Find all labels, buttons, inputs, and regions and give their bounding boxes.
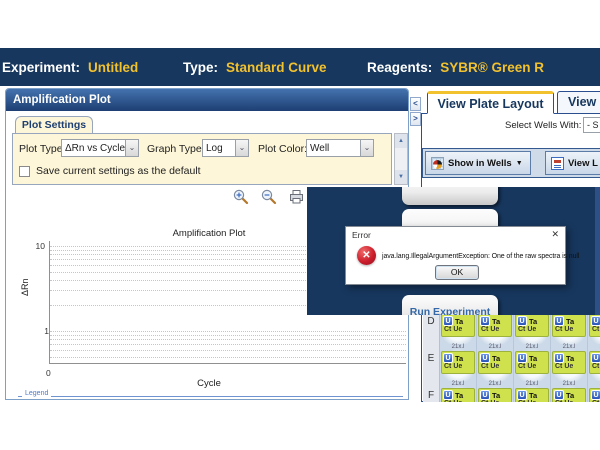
dialog-title: Error bbox=[352, 230, 371, 240]
plot-settings-body: Plot Type: ΔRn vs Cycle Graph Type: Log … bbox=[12, 133, 392, 185]
y-tick-1: 1 bbox=[23, 326, 49, 336]
unknown-task-u-icon: U bbox=[591, 353, 600, 363]
panel-title: Amplification Plot bbox=[6, 89, 408, 111]
well-cell[interactable]: 21x.lUTaCt Ue bbox=[551, 344, 588, 381]
x-tick-0: 0 bbox=[46, 368, 51, 378]
unknown-task-u-icon: U bbox=[554, 390, 564, 400]
plate-row: E21x.lUTaCt Ue21x.lUTaCt Ue21x.lUTaCt Ue… bbox=[423, 344, 600, 381]
menu-button-top[interactable] bbox=[402, 187, 498, 205]
run-experiment-button[interactable]: Run Experiment bbox=[402, 295, 498, 315]
unknown-task-u-icon: U bbox=[591, 390, 600, 400]
experiment-type-field: Type: Standard Curve bbox=[183, 48, 327, 86]
table-icon bbox=[551, 157, 564, 170]
well-plate-icon bbox=[431, 157, 444, 170]
error-message: java.lang.IllegalArgumentException: One … bbox=[382, 253, 564, 260]
select-wells-dropdown[interactable]: - S bbox=[583, 117, 600, 133]
plate-toolbar: Show in Wells ▼ View L bbox=[422, 148, 600, 178]
plot-type-label: Plot Type: bbox=[19, 143, 66, 155]
reagents-value: SYBR® Green R bbox=[440, 60, 544, 75]
well-cell[interactable]: 21x.lUTaCt Ue bbox=[588, 344, 600, 381]
plot-color-label: Plot Color: bbox=[258, 143, 307, 155]
unknown-task-u-icon: U bbox=[443, 316, 453, 326]
y-axis-label: ΔRn bbox=[20, 278, 30, 296]
x-axis-label: Cycle bbox=[49, 378, 369, 389]
collapse-left-button[interactable]: < bbox=[410, 97, 421, 111]
scroll-up-icon[interactable] bbox=[395, 134, 407, 148]
unknown-task-u-icon: U bbox=[517, 316, 527, 326]
zoom-in-icon[interactable] bbox=[232, 188, 249, 205]
app-window: Experiment: Untitled Type: Standard Curv… bbox=[0, 0, 600, 450]
unknown-task-u-icon: U bbox=[517, 353, 527, 363]
well-cell[interactable]: 21x.lUTaCt Ue bbox=[440, 381, 477, 402]
chevron-down-icon: ▼ bbox=[516, 160, 523, 167]
tab-view-plate-layout[interactable]: View Plate Layout bbox=[427, 91, 554, 114]
well-cell[interactable]: 21x.lUTaCt Ue bbox=[588, 381, 600, 402]
ok-button[interactable]: OK bbox=[435, 265, 479, 280]
row-label: F bbox=[423, 381, 440, 402]
unknown-task-u-icon: U bbox=[443, 353, 453, 363]
unknown-task-u-icon: U bbox=[554, 353, 564, 363]
legend-label: Legend bbox=[22, 390, 51, 397]
unknown-task-u-icon: U bbox=[517, 390, 527, 400]
plot-type-dropdown[interactable]: ΔRn vs Cycle bbox=[61, 139, 139, 157]
well-cell[interactable]: 21x.lUTaCt Ue bbox=[551, 381, 588, 402]
graph-type-label: Graph Type: bbox=[147, 143, 205, 155]
tab-view-well-table[interactable]: View bbox=[557, 91, 600, 114]
print-icon[interactable] bbox=[288, 188, 305, 205]
experiment-value: Untitled bbox=[88, 60, 138, 75]
y-tick-10: 10 bbox=[19, 241, 45, 251]
experiment-label: Experiment: bbox=[2, 60, 80, 75]
run-experiment-label: Run Experiment bbox=[392, 306, 508, 315]
chart-toolbar bbox=[232, 188, 305, 205]
chevron-down-icon[interactable] bbox=[360, 140, 373, 156]
well-cell[interactable]: 21x.lUTaCt Ue bbox=[514, 344, 551, 381]
type-value: Standard Curve bbox=[226, 60, 327, 75]
reagents-label: Reagents: bbox=[367, 60, 432, 75]
unknown-task-u-icon: U bbox=[554, 316, 564, 326]
well-cell[interactable]: 21x.lUTaCt Ue bbox=[477, 344, 514, 381]
expand-right-button[interactable]: > bbox=[410, 112, 421, 126]
unknown-task-u-icon: U bbox=[443, 390, 453, 400]
scroll-down-icon[interactable] bbox=[395, 170, 407, 184]
unknown-task-u-icon: U bbox=[591, 316, 600, 326]
plot-settings-scrollbar[interactable] bbox=[394, 133, 408, 185]
experiment-name-field: Experiment: Untitled bbox=[2, 48, 138, 86]
well-cell[interactable]: 21x.lUTaCt Ue bbox=[477, 381, 514, 402]
plate-grid: D21x.lUTaCt Ue21x.lUTaCt Ue21x.lUTaCt Ue… bbox=[423, 307, 600, 402]
plate-row: F21x.lUTaCt Ue21x.lUTaCt Ue21x.lUTaCt Ue… bbox=[423, 381, 600, 402]
chevron-down-icon[interactable] bbox=[235, 140, 248, 156]
graph-type-dropdown[interactable]: Log bbox=[202, 139, 249, 157]
unknown-task-u-icon: U bbox=[480, 353, 490, 363]
well-cell[interactable]: 21x.lUTaCt Ue bbox=[440, 344, 477, 381]
type-label: Type: bbox=[183, 60, 218, 75]
save-default-label: Save current settings as the default bbox=[36, 165, 201, 177]
error-dialog: Error java.lang.IllegalArgumentException… bbox=[345, 226, 566, 285]
tab-plot-settings[interactable]: Plot Settings bbox=[15, 116, 93, 134]
row-label: E bbox=[423, 344, 440, 381]
unknown-task-u-icon: U bbox=[480, 390, 490, 400]
chevron-down-icon[interactable] bbox=[125, 140, 138, 156]
legend-groupbox bbox=[18, 396, 403, 397]
experiment-info-bar: Experiment: Untitled Type: Standard Curv… bbox=[0, 48, 600, 86]
error-x-icon bbox=[357, 246, 376, 265]
unknown-task-u-icon: U bbox=[480, 316, 490, 326]
reagents-field: Reagents: SYBR® Green R bbox=[367, 48, 544, 86]
plot-color-dropdown[interactable]: Well bbox=[306, 139, 374, 157]
save-default-checkbox[interactable] bbox=[19, 166, 30, 177]
well-cell[interactable]: 21x.lUTaCt Ue bbox=[514, 381, 551, 402]
show-in-wells-button[interactable]: Show in Wells ▼ bbox=[425, 151, 531, 175]
zoom-out-icon[interactable] bbox=[260, 188, 277, 205]
view-legend-button[interactable]: View L bbox=[545, 151, 600, 175]
close-icon[interactable] bbox=[551, 228, 559, 240]
select-wells-label: Select Wells With: bbox=[505, 120, 581, 131]
